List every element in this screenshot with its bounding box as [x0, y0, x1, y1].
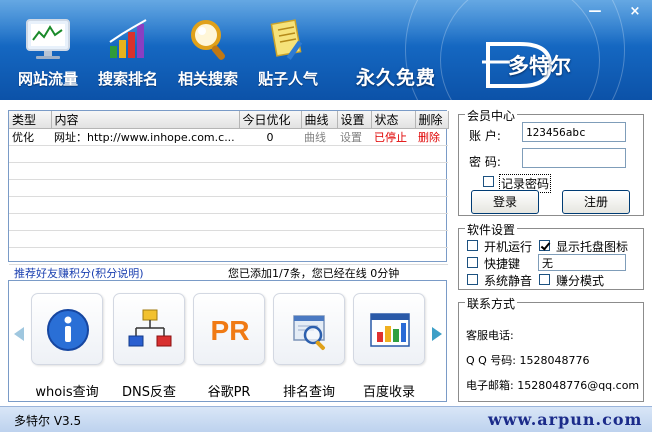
tool-whois[interactable]: whois查询 [31, 293, 107, 403]
autostart-checkbox[interactable] [467, 240, 478, 251]
tool-dns-reverse[interactable]: DNS反查 [113, 293, 189, 403]
status-stopped[interactable]: 已停止 [371, 128, 415, 146]
tool-label: 排名查询 [282, 385, 335, 400]
slogan-text: 永久免费 [356, 67, 437, 89]
remember-password-checkbox[interactable] [483, 176, 494, 187]
nav-website-traffic[interactable]: 网站流量 [8, 14, 88, 94]
brand-logo-text: 多特尔 [508, 53, 571, 78]
member-center-group: 会员中心 账 户: 密 码: 记录密码 登录 注册 [458, 107, 644, 216]
delete-link[interactable]: 删除 [415, 128, 448, 146]
table-row-empty [9, 247, 448, 265]
arrow-left-icon[interactable] [12, 325, 26, 343]
group-title: 会员中心 [465, 107, 518, 124]
curve-link[interactable]: 曲线 [301, 128, 337, 146]
table-row-empty [9, 213, 448, 231]
document-search-icon [293, 315, 326, 351]
hotkey-label: 快捷键 [484, 257, 521, 271]
window-chart-icon [370, 313, 410, 347]
info-icon [47, 309, 89, 351]
tool-google-pr[interactable]: PR 谷歌PR [193, 293, 269, 403]
cell-content: 网址：http://www.inhope.com.c... [51, 128, 239, 146]
account-input[interactable] [522, 122, 626, 142]
column-header-settings[interactable]: 设置 [337, 111, 372, 129]
password-label: 密 码: [469, 155, 501, 169]
table-row-empty [9, 162, 448, 180]
hotkey-input[interactable] [538, 254, 626, 271]
autostart-label: 开机运行 [484, 240, 533, 254]
password-input[interactable] [522, 148, 626, 168]
monitor-chart-icon [26, 19, 70, 59]
tools-strip: whois查询 DNS反查 PR 谷歌PR 排名查询 百度收录 [8, 280, 447, 402]
nav-search-ranking[interactable]: 搜索排名 [88, 14, 168, 94]
website-link[interactable]: www.arpun.com [488, 410, 642, 429]
table-row-empty [9, 230, 448, 248]
group-title: 联系方式 [465, 295, 518, 312]
contact-group: 联系方式 客服电话: Q Q 号码: 1528048776 电子邮箱: 1528… [458, 295, 644, 402]
column-header-today[interactable]: 今日优化 [239, 111, 302, 129]
earn-mode-label: 赚分模式 [556, 274, 605, 288]
column-header-content[interactable]: 内容 [51, 111, 240, 129]
tool-tile [273, 293, 345, 365]
note-paper-icon [270, 19, 303, 60]
table-row[interactable]: 优化 网址：http://www.inhope.com.c... 0 曲线 设置… [9, 128, 448, 146]
show-tray-checkbox[interactable] [539, 240, 550, 251]
referral-link[interactable]: 推荐好友赚积分(积分说明) [14, 265, 144, 281]
tool-label: 百度收录 [362, 385, 415, 400]
minimize-button[interactable]: — [584, 4, 606, 20]
bar-chart-icon [109, 19, 147, 58]
table-row-empty [9, 179, 448, 197]
tool-tile [31, 293, 103, 365]
nav-label: 贴子人气 [257, 70, 318, 88]
tool-label: 谷歌PR [207, 385, 251, 400]
brand-logo: 多特尔 [480, 36, 600, 94]
cell-type: 优化 [9, 128, 51, 146]
earn-mode-checkbox[interactable] [539, 274, 550, 285]
version-text: 多特尔 V3.5 [14, 414, 82, 428]
magnifier-icon [191, 20, 225, 60]
account-label: 账 户: [469, 129, 501, 143]
nav-post-popularity[interactable]: 贴子人气 [248, 14, 328, 94]
tool-tile: PR [193, 293, 265, 365]
footer-bar: 多特尔 V3.5 www.arpun.com [0, 406, 652, 432]
register-button[interactable]: 注册 [562, 190, 630, 214]
column-header-status[interactable]: 状态 [371, 111, 416, 129]
tool-rank-query[interactable]: 排名查询 [273, 293, 349, 403]
software-settings-group: 软件设置 开机运行 显示托盘图标 快捷键 系统静音 赚分模式 [458, 221, 644, 290]
tool-baidu-index[interactable]: 百度收录 [353, 293, 429, 403]
arrow-right-icon[interactable] [430, 325, 444, 343]
task-table[interactable]: 类型 内容 今日优化 曲线 设置 状态 删除 优化 网址：http://www.… [8, 110, 449, 265]
email-address: 电子邮箱: 1528048776@qq.com [466, 379, 640, 392]
tool-label: whois查询 [35, 385, 99, 400]
close-button[interactable]: × [624, 4, 646, 20]
mute-label: 系统静音 [484, 274, 533, 288]
table-row-empty [9, 196, 448, 214]
nav-label: 相关搜索 [177, 70, 238, 88]
qq-number: Q Q 号码: 1528048776 [466, 354, 590, 367]
tool-label: DNS反查 [122, 385, 176, 400]
hotkey-checkbox[interactable] [467, 257, 478, 268]
column-header-type[interactable]: 类型 [9, 111, 52, 129]
show-tray-label: 显示托盘图标 [556, 240, 629, 254]
tool-tile [113, 293, 185, 365]
nav-label: 搜索排名 [97, 70, 158, 88]
svg-text:PR: PR [211, 315, 250, 346]
status-row: 推荐好友赚积分(积分说明) 您已添加1/7条，您已经在线 0分钟 [14, 265, 444, 281]
online-info: 您已添加1/7条，您已经在线 0分钟 [228, 267, 400, 280]
table-row-empty [9, 145, 448, 163]
pr-icon: PR [211, 315, 250, 346]
nav-label: 网站流量 [17, 70, 78, 88]
column-header-curve[interactable]: 曲线 [301, 111, 338, 129]
nav-related-search[interactable]: 相关搜索 [168, 14, 248, 94]
network-tree-icon [128, 309, 172, 347]
column-header-delete[interactable]: 删除 [415, 111, 449, 129]
cell-today: 0 [239, 128, 301, 146]
service-phone: 客服电话: [466, 329, 514, 342]
settings-link[interactable]: 设置 [337, 128, 371, 146]
login-button[interactable]: 登录 [471, 190, 539, 214]
group-title: 软件设置 [465, 221, 518, 238]
mute-checkbox[interactable] [467, 274, 478, 285]
header-banner: — × 网站流量 搜索排名 相关搜索 贴子人气 永久免费 多特尔 [0, 0, 652, 100]
tool-tile [353, 293, 425, 365]
